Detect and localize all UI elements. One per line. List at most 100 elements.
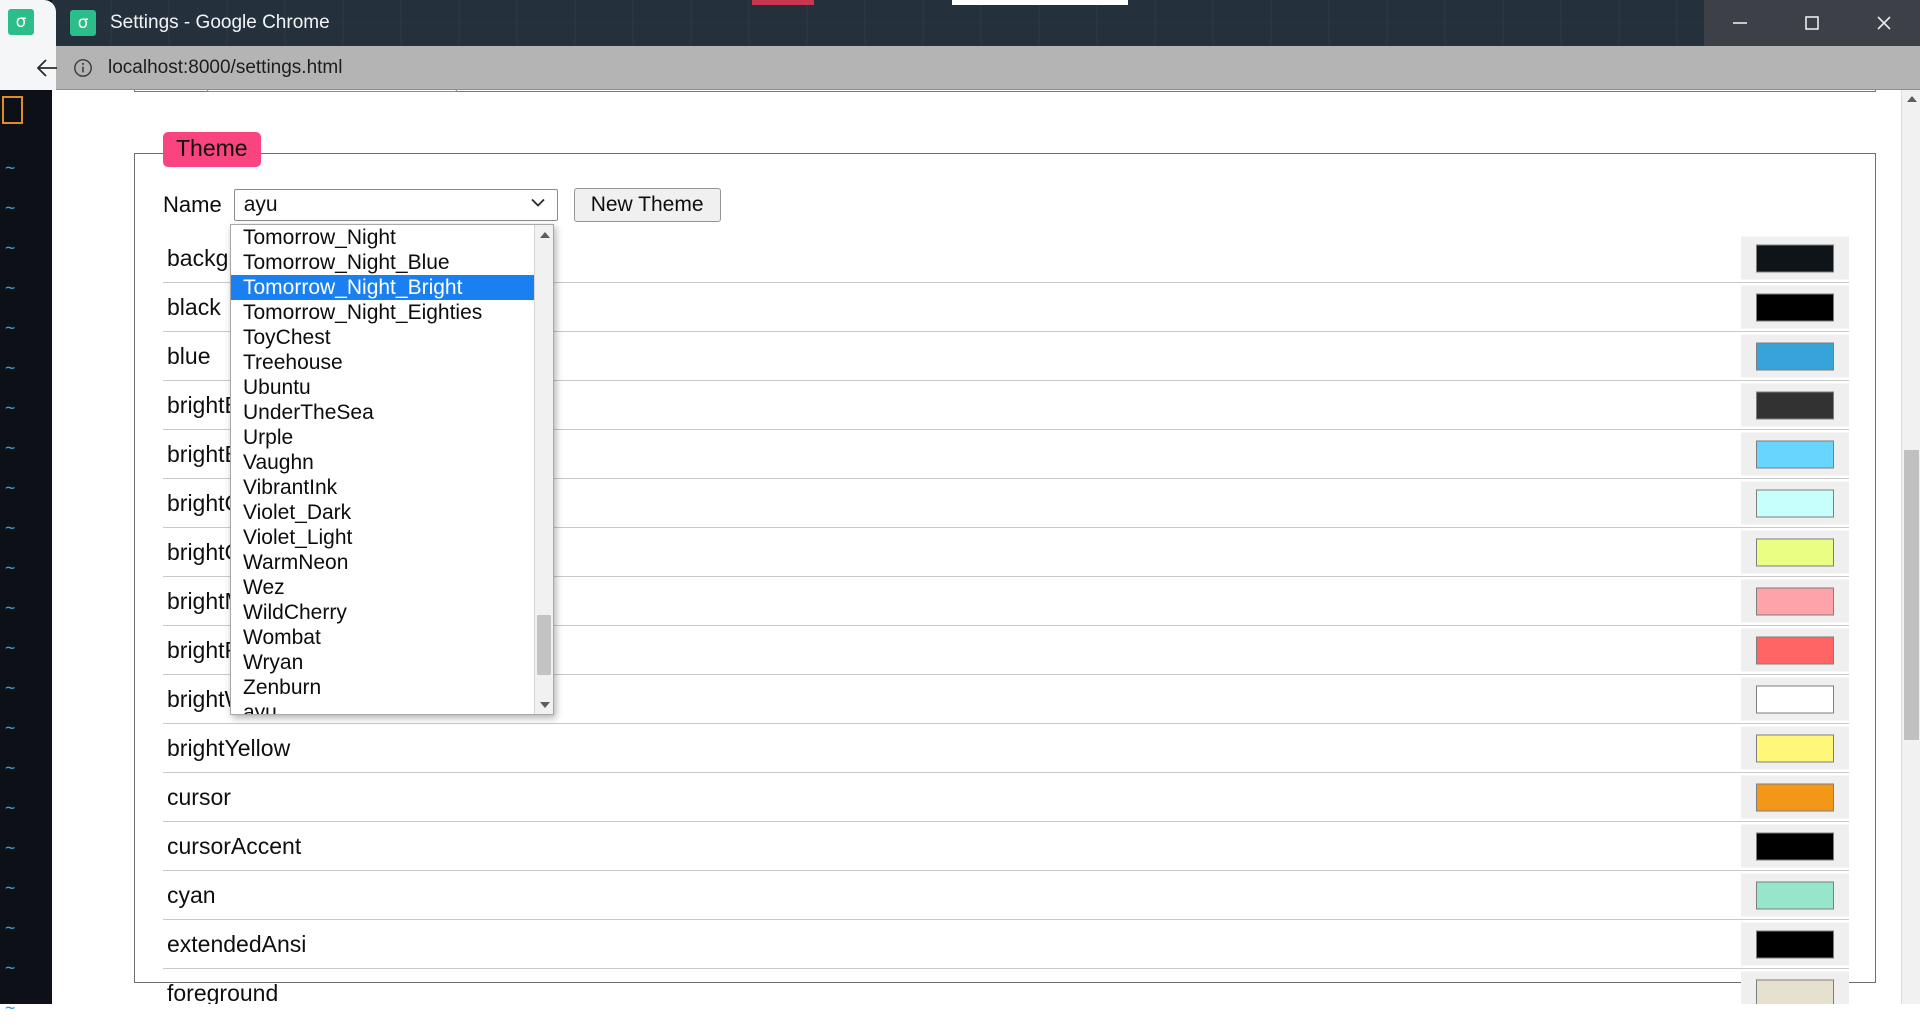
theme-select[interactable]: ayu [234,189,558,221]
color-swatch[interactable] [1756,244,1834,272]
theme-name-row: Name ayu New Theme [163,188,721,222]
color-swatch[interactable] [1756,440,1834,468]
dropdown-option[interactable]: VibrantInk [231,475,536,500]
color-swatch[interactable] [1756,734,1834,762]
dropdown-option[interactable]: Tomorrow_Night [231,225,536,250]
dropdown-option[interactable]: Tomorrow_Night_Bright [231,275,536,300]
color-row: foreground [163,969,1849,1004]
site-info-icon[interactable] [70,55,96,81]
browser-toolbar: localhost:8000/settings.html [52,46,1920,90]
dropdown-option[interactable]: UnderTheSea [231,400,536,425]
color-swatch-cell[interactable] [1741,384,1849,427]
chevron-down-icon [529,194,547,217]
color-swatch-cell[interactable] [1741,776,1849,819]
theme-select-value: ayu [235,193,278,217]
color-swatch[interactable] [1756,538,1834,566]
color-swatch-cell[interactable] [1741,286,1849,329]
dropdown-option[interactable]: Vaughn [231,450,536,475]
dropdown-option[interactable]: ayu [231,700,536,715]
color-swatch-cell[interactable] [1741,972,1849,1005]
color-swatch-cell[interactable] [1741,335,1849,378]
color-swatch-cell[interactable] [1741,531,1849,574]
color-swatch[interactable] [1756,685,1834,713]
terminal-tilde: ~ [0,468,53,508]
terminal-tilde: ~ [0,948,53,988]
page-viewport: Theme Name ayu New Theme backgroundblack… [52,90,1920,1004]
color-row: extendedAnsi [163,920,1849,969]
omnibox[interactable]: localhost:8000/settings.html [70,46,342,90]
color-row-label: cyan [163,882,216,909]
window-titlebar[interactable]: σ Settings - Google Chrome [52,0,1920,46]
dropdown-option[interactable]: Tomorrow_Night_Blue [231,250,536,275]
color-swatch[interactable] [1756,587,1834,615]
page-scrollbar[interactable] [1901,90,1920,1004]
terminal-tilde: ~ [0,908,53,948]
color-swatch[interactable] [1756,930,1834,958]
color-swatch[interactable] [1756,979,1834,1004]
color-swatch-cell[interactable] [1741,629,1849,672]
terminal-tilde: ~ [0,268,53,308]
dropdown-option[interactable]: Wombat [231,625,536,650]
dropdown-option[interactable]: WarmNeon [231,550,536,575]
dropdown-option[interactable]: Wez [231,575,536,600]
color-row-label: extendedAnsi [163,931,306,958]
tab-favicon-icon: σ [8,9,34,35]
dropdown-option[interactable]: Treehouse [231,350,536,375]
dropdown-option[interactable]: Ubuntu [231,375,536,400]
color-swatch[interactable] [1756,636,1834,664]
dropdown-option[interactable]: Urple [231,425,536,450]
color-swatch-cell[interactable] [1741,923,1849,966]
tab-strip [52,0,1920,5]
dropdown-option[interactable]: ToyChest [231,325,536,350]
dropdown-option[interactable]: WildCherry [231,600,536,625]
color-swatch-cell[interactable] [1741,727,1849,770]
color-swatch-cell[interactable] [1741,678,1849,721]
terminal-tilde: ~ [0,988,53,1028]
new-theme-button[interactable]: New Theme [574,188,721,222]
dropdown-scroll-down-icon[interactable] [535,695,554,714]
dropdown-option[interactable]: Tomorrow_Night_Eighties [231,300,536,325]
terminal-cursor [2,96,23,124]
color-swatch[interactable] [1756,489,1834,517]
color-swatch-cell[interactable] [1741,580,1849,623]
chrome-window: σ Settings - Google Chrome σ [52,0,1920,1004]
previous-section-input[interactable] [207,90,457,92]
theme-dropdown-popup[interactable]: Tomorrow_NightTomorrow_Night_BlueTomorro… [230,224,554,715]
color-row: cursor [163,773,1849,822]
color-swatch-cell[interactable] [1741,237,1849,280]
tab-indicator-a [752,0,814,5]
back-button[interactable] [26,46,70,90]
color-swatch-cell[interactable] [1741,433,1849,476]
color-swatch[interactable] [1756,391,1834,419]
page-scroll-up-icon[interactable] [1902,90,1920,108]
maximize-button[interactable] [1776,0,1848,46]
color-swatch-cell[interactable] [1741,874,1849,917]
terminal-tilde: ~ [0,788,53,828]
terminal-tilde: ~ [0,548,53,588]
terminal-tilde: ~ [0,188,53,228]
url-text[interactable]: localhost:8000/settings.html [108,57,342,79]
color-swatch[interactable] [1756,293,1834,321]
page-scroll-thumb[interactable] [1904,450,1919,740]
dropdown-option[interactable]: Wryan [231,650,536,675]
color-row-label: foreground [163,980,278,1005]
terminal-tilde: ~ [0,628,53,668]
window-title: Settings - Google Chrome [110,12,330,34]
close-button[interactable] [1848,0,1920,46]
terminal-tilde: ~ [0,668,53,708]
dropdown-option[interactable]: Zenburn [231,675,536,700]
dropdown-scrollbar[interactable] [534,225,553,714]
tab-indicator-b [952,0,1128,5]
dropdown-option[interactable]: Violet_Dark [231,500,536,525]
theme-legend: Theme [163,132,261,167]
dropdown-option[interactable]: Violet_Light [231,525,536,550]
color-swatch[interactable] [1756,832,1834,860]
color-swatch[interactable] [1756,342,1834,370]
color-swatch[interactable] [1756,783,1834,811]
color-swatch-cell[interactable] [1741,825,1849,868]
color-swatch-cell[interactable] [1741,482,1849,525]
color-swatch[interactable] [1756,881,1834,909]
minimize-button[interactable] [1704,0,1776,46]
dropdown-scroll-up-icon[interactable] [535,225,554,244]
dropdown-scroll-thumb[interactable] [537,615,551,675]
